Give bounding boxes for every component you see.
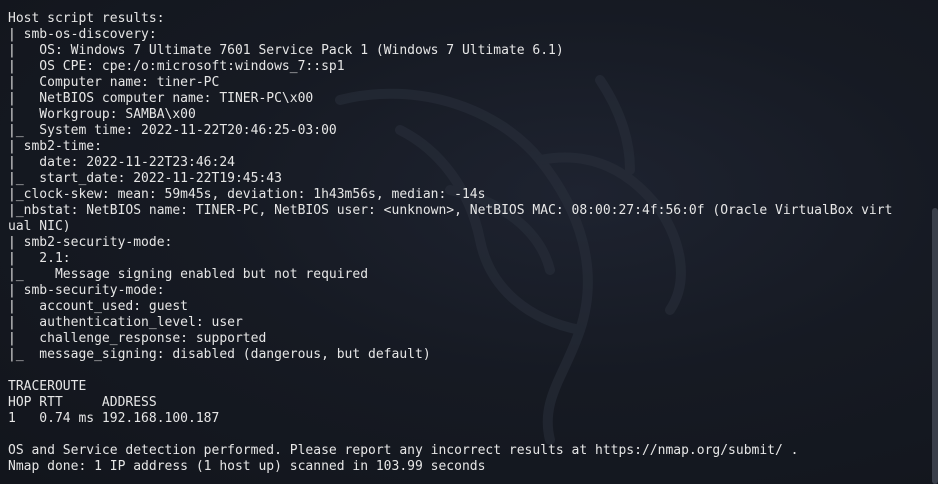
terminal-line: |_ Message signing enabled but not requi… [8, 267, 369, 282]
terminal-line: | date: 2022-11-22T23:46:24 [8, 155, 235, 170]
terminal-line: |_ start_date: 2022-11-22T19:45:43 [8, 171, 282, 186]
terminal-line: | smb2-time: [8, 139, 102, 154]
terminal-line: | smb2-security-mode: [8, 235, 173, 250]
terminal-line: Host script results: [8, 11, 165, 26]
terminal-line: | Workgroup: SAMBA\x00 [8, 107, 196, 122]
terminal-line: |_ message_signing: disabled (dangerous,… [8, 347, 431, 362]
terminal-line: 1 0.74 ms 192.168.100.187 [8, 411, 220, 426]
terminal-line: | Computer name: tiner-PC [8, 75, 220, 90]
terminal-line: | account_used: guest [8, 299, 189, 314]
terminal-line: | smb-security-mode: [8, 283, 165, 298]
scrollbar-thumb[interactable] [932, 208, 938, 484]
terminal-line: Nmap done: 1 IP address (1 host up) scan… [8, 459, 486, 474]
terminal-line: | NetBIOS computer name: TINER-PC\x00 [8, 91, 314, 106]
terminal-line: |_clock-skew: mean: 59m45s, deviation: 1… [8, 187, 486, 202]
terminal-line: | authentication_level: user [8, 315, 243, 330]
terminal-line: HOP RTT ADDRESS [8, 395, 157, 410]
terminal-line: | OS CPE: cpe:/o:microsoft:windows_7::sp… [8, 59, 345, 74]
terminal-line: | smb-os-discovery: [8, 27, 157, 42]
terminal-line: ual NIC) [8, 219, 71, 234]
terminal-line: TRACEROUTE [8, 379, 87, 394]
terminal-output[interactable]: Host script results: | smb-os-discovery: |… [8, 11, 923, 475]
terminal-line: | challenge_response: supported [8, 331, 267, 346]
terminal-line: |_ System time: 2022-11-22T20:46:25-03:0… [8, 123, 337, 138]
terminal-line: | 2.1: [8, 251, 71, 266]
terminal-window[interactable]: Host script results: | smb-os-discovery: |… [0, 0, 938, 484]
terminal-line: | OS: Windows 7 Ultimate 7601 Service Pa… [8, 43, 564, 58]
terminal-line: |_nbstat: NetBIOS name: TINER-PC, NetBIO… [8, 203, 893, 218]
terminal-line: OS and Service detection performed. Plea… [8, 443, 799, 458]
